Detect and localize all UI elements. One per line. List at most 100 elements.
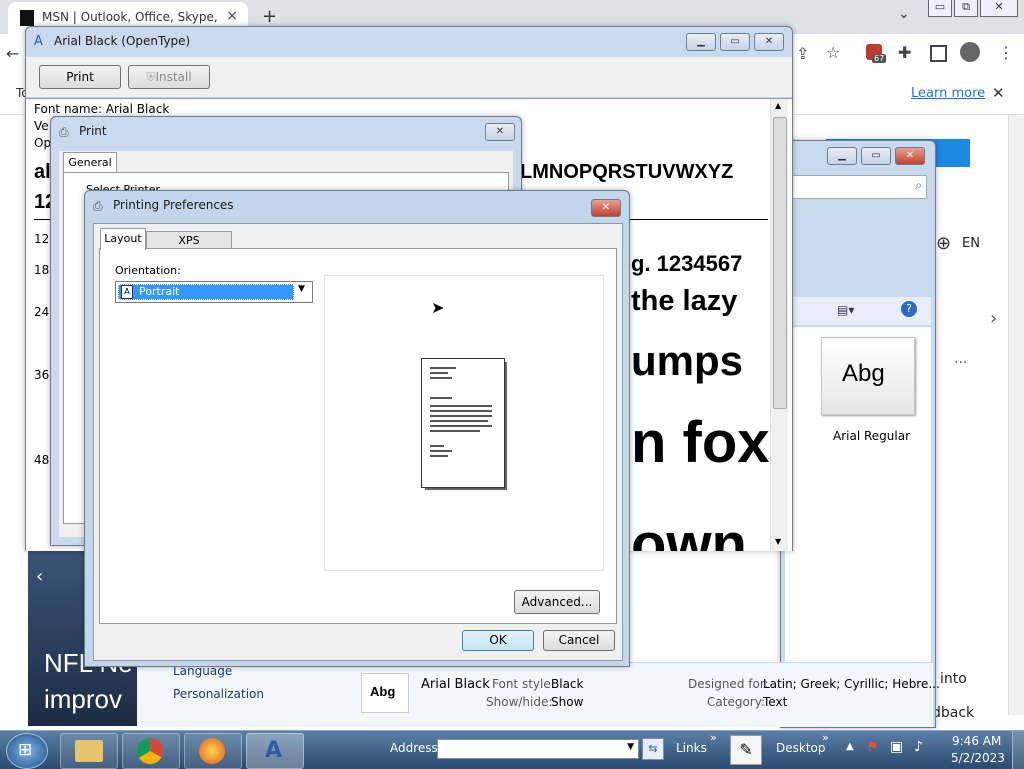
address-toolbar-label: Address <box>390 741 438 755</box>
tab-list-icon[interactable]: ⌄ <box>898 6 910 22</box>
desktop-chevron[interactable]: » <box>822 731 829 744</box>
preview-line <box>430 425 492 427</box>
links-chevron[interactable]: » <box>710 731 717 744</box>
font-install-button[interactable]: ⛨Install <box>128 65 210 89</box>
preview-line <box>430 445 444 447</box>
preview-line <box>430 397 452 399</box>
orientation-label: Orientation: <box>115 264 181 277</box>
explorer-search-box[interactable]: ⌕ <box>791 175 927 199</box>
page-preview <box>421 358 505 488</box>
sample-text-clip: g. 1234567 the lazy umps n fox own <box>631 249 769 551</box>
taskbar-firefox[interactable] <box>184 733 242 769</box>
taskbar-chrome[interactable] <box>122 733 180 769</box>
sidebar-personalization-link[interactable]: Personalization <box>173 687 264 701</box>
browser-close-button[interactable]: ✕ <box>980 0 1018 17</box>
font-style-label: Font style: <box>492 677 555 691</box>
carousel-prev-icon[interactable]: ‹ <box>36 566 43 587</box>
preview-line <box>430 377 452 379</box>
font-name-line: Font name: Arial Black <box>34 102 170 116</box>
taskbar-explorer[interactable] <box>60 733 118 769</box>
more-options-icon[interactable]: ··· <box>954 355 967 371</box>
chevron-down-icon[interactable]: ▼ <box>298 284 305 294</box>
new-tab-button[interactable]: + <box>262 6 277 27</box>
advanced-button[interactable]: Advanced... <box>514 590 600 614</box>
bookmark-star-icon[interactable]: ☆ <box>826 43 840 62</box>
tray-expand-icon[interactable]: ▲ <box>846 741 854 752</box>
sample-48: n fox <box>631 410 769 475</box>
show-desktop-button[interactable] <box>1012 731 1024 769</box>
carousel-next-icon[interactable]: › <box>990 308 997 329</box>
browser-minimize-button[interactable]: ▭ <box>928 0 952 17</box>
mouse-cursor-icon: ➤ <box>431 298 445 317</box>
tab-layout[interactable]: Layout <box>100 228 146 250</box>
size-label-24: 24 <box>34 305 50 319</box>
puzzle-extensions-icon[interactable]: ✚ <box>898 43 911 62</box>
browser-maximize-button[interactable]: ⧉ <box>954 0 978 17</box>
share-icon[interactable]: ⇪ <box>796 44 809 63</box>
category-label: Category: <box>707 695 765 709</box>
tab-xps-documents[interactable]: XPS Documents <box>146 231 232 264</box>
details-font-thumb-text: Abg <box>370 684 396 699</box>
start-button[interactable]: ⊞ <box>6 733 48 769</box>
taskbar-address-input[interactable]: ▼ <box>437 739 639 759</box>
font-viewer-minimize-button[interactable]: ▁ <box>686 33 716 51</box>
font-tile-arial-regular[interactable]: Abg <box>821 337 915 415</box>
ok-button[interactable]: OK <box>462 630 534 651</box>
language-globe-icon[interactable]: ⊕ <box>936 233 951 254</box>
windows-logo-icon: ⊞ <box>18 740 33 760</box>
tray-network-icon[interactable]: ▣ <box>890 739 903 755</box>
preferences-body: Layout XPS Documents Orientation: A Port… <box>93 223 623 661</box>
preview-line <box>430 372 448 374</box>
side-panel-icon[interactable] <box>930 45 947 62</box>
browser-menu-icon[interactable]: ⋮ <box>998 43 1014 62</box>
explorer-maximize-button[interactable]: ▭ <box>861 147 891 165</box>
font-viewer-maximize-button[interactable]: ▭ <box>720 33 750 51</box>
fonts-explorer-window: ▁ ▭ ✕ ⌕ ▤▾ ? Abg Arial Regular <box>780 140 936 728</box>
sample-24: the lazy <box>631 285 738 317</box>
back-icon[interactable]: ← <box>6 44 19 63</box>
orientation-select[interactable]: A Portrait ▼ <box>115 281 313 303</box>
msn-snippet-feedback[interactable]: dback <box>932 705 974 721</box>
print-dialog-title: Print <box>79 124 107 138</box>
preview-line <box>430 455 448 457</box>
tab-general[interactable]: General <box>63 152 117 173</box>
windows-taskbar: ⊞ A Address ▼ ⇆ Links » ✎ Desktop » ▲ ⚑ … <box>0 730 1024 769</box>
designed-for-label: Designed for: <box>688 677 769 691</box>
learn-more-link[interactable]: Learn more <box>911 86 985 101</box>
alphabet-uppercase: LMNOPQRSTUVWXYZ <box>520 161 734 183</box>
search-icon: ⌕ <box>915 178 922 192</box>
tray-volume-icon[interactable]: ♪ <box>914 739 923 755</box>
scroll-up-icon[interactable]: ▲ <box>775 101 781 110</box>
preview-scrollbar[interactable]: ▲ ▼ <box>770 99 788 551</box>
scroll-thumb[interactable] <box>773 117 787 409</box>
preferences-close-button[interactable]: ✕ <box>591 199 621 217</box>
address-go-icon[interactable]: ⇆ <box>642 738 664 760</box>
view-options-icon[interactable]: ▤▾ <box>837 303 854 317</box>
msn-favicon-icon <box>20 10 34 26</box>
sample-36: umps <box>631 337 744 384</box>
taskbar-font-viewer[interactable]: A <box>246 733 304 769</box>
tray-flag-icon[interactable]: ⚑ <box>866 739 879 755</box>
scroll-down-icon[interactable]: ▼ <box>775 537 781 546</box>
explorer-close-button[interactable]: ✕ <box>895 147 925 165</box>
font-viewer-icon: A <box>265 738 283 763</box>
clock-date[interactable]: 5/2/2023 <box>951 751 1005 765</box>
address-dropdown-icon[interactable]: ▼ <box>627 742 634 752</box>
clock-time[interactable]: 9:46 AM <box>952 734 1001 748</box>
font-viewer-close-button[interactable]: ✕ <box>754 33 784 51</box>
tab-close-icon[interactable]: × <box>226 8 238 24</box>
help-icon[interactable]: ? <box>901 301 917 317</box>
language-label[interactable]: EN <box>962 236 980 251</box>
profile-avatar[interactable] <box>960 42 980 62</box>
firefox-icon <box>199 738 225 764</box>
font-print-button[interactable]: Print <box>39 65 121 89</box>
page-scrollbar[interactable] <box>1008 115 1024 715</box>
font-viewer-toolbar: Print ⛨Install <box>26 57 792 97</box>
explorer-minimize-button[interactable]: ▁ <box>827 147 857 165</box>
layout-tab-panel: Orientation: A Portrait ▼ ➤ Advanced... <box>99 248 617 624</box>
cancel-button[interactable]: Cancel <box>543 630 615 651</box>
desktop-toolbar-icon[interactable]: ✎ <box>730 735 762 765</box>
infobar-close-icon[interactable]: ✕ <box>992 84 1005 102</box>
print-dialog-close-button[interactable]: ✕ <box>485 123 515 141</box>
chrome-icon <box>137 738 163 764</box>
